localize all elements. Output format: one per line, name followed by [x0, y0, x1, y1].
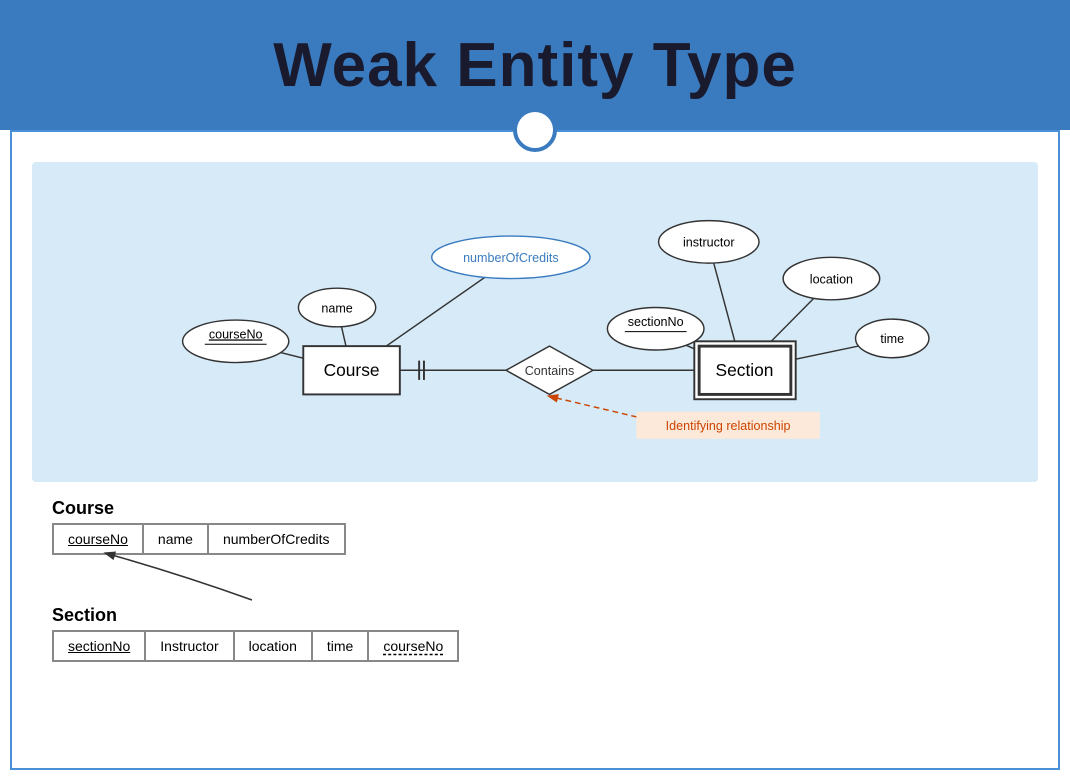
- attr-courseNo: courseNo: [209, 327, 263, 341]
- attr-sectionNo: sectionNo: [628, 315, 684, 329]
- main-content: Course Section Contains courseNo name nu…: [10, 130, 1060, 770]
- page-title: Weak Entity Type: [273, 30, 797, 101]
- section-table-section: Section sectionNo Instructor location ti…: [52, 605, 1018, 662]
- er-diagram-svg: Course Section Contains courseNo name nu…: [52, 182, 1018, 462]
- course-entity-label: Course: [324, 360, 380, 380]
- section-table-label: Section: [52, 605, 1018, 626]
- header-circle-decoration: [513, 108, 557, 152]
- attr-time: time: [880, 332, 904, 346]
- fk-arrow-container: [52, 565, 1018, 605]
- attr-instructor: instructor: [683, 236, 735, 250]
- identifying-relationship-label: Identifying relationship: [666, 419, 791, 433]
- attr-numberOfCredits: numberOfCredits: [463, 251, 559, 265]
- attr-name: name: [321, 301, 352, 315]
- tables-panel: Course courseNo name numberOfCredits Se: [32, 498, 1038, 662]
- section-entity-label: Section: [716, 360, 774, 380]
- section-col-courseNo: courseNo: [368, 631, 458, 661]
- section-col-location: location: [234, 631, 312, 661]
- relationship-label: Contains: [525, 364, 575, 378]
- section-col-instructor: Instructor: [145, 631, 233, 661]
- er-diagram-panel: Course Section Contains courseNo name nu…: [32, 162, 1038, 482]
- section-table: sectionNo Instructor location time cours…: [52, 630, 459, 662]
- fk-arrow-svg: [82, 545, 302, 605]
- section-col-time: time: [312, 631, 368, 661]
- header: Weak Entity Type: [0, 0, 1070, 130]
- section-col-sectionNo: sectionNo: [53, 631, 145, 661]
- course-table-label: Course: [52, 498, 1018, 519]
- attr-location: location: [810, 272, 853, 286]
